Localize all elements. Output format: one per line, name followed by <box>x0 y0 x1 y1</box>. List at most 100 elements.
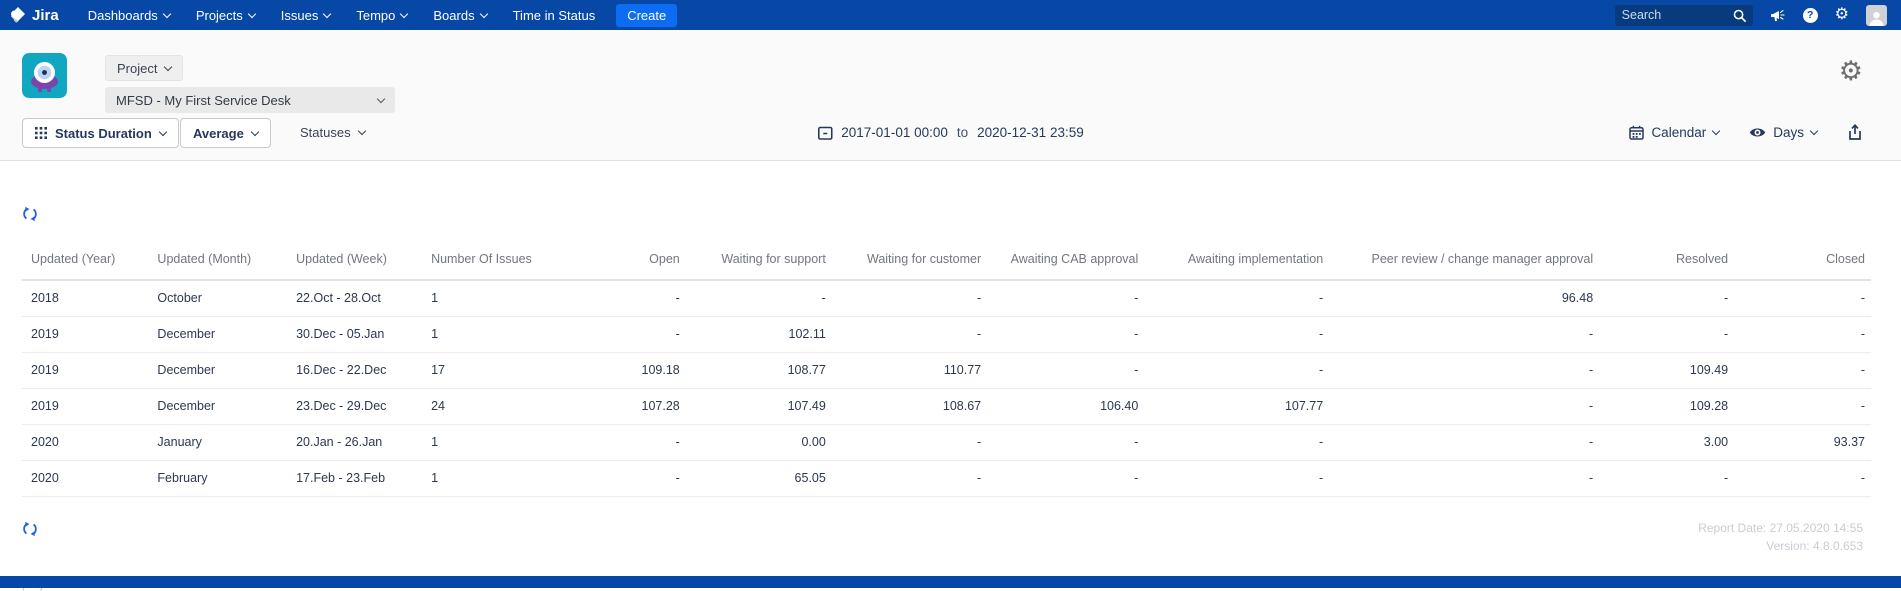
cell: - <box>1329 352 1600 389</box>
search-icon[interactable] <box>1733 9 1746 22</box>
cell: - <box>1144 352 1330 389</box>
cell: - <box>685 280 832 317</box>
cell: - <box>1329 424 1600 461</box>
jira-logo-icon <box>10 7 26 23</box>
cell: - <box>1734 316 1871 353</box>
chevron-down-icon <box>376 94 386 103</box>
report-type-button[interactable]: Status Duration <box>22 118 179 148</box>
calendar-type-dropdown[interactable]: Calendar <box>1629 125 1721 140</box>
chevron-down-icon <box>158 127 168 136</box>
statuses-label: Statuses <box>300 125 351 140</box>
settings-icon[interactable]: ⚙ <box>1835 7 1849 23</box>
search-placeholder: Search <box>1621 8 1662 22</box>
search-input[interactable]: Search <box>1614 4 1753 26</box>
navbar-right: Search ? ⚙ <box>1614 4 1887 26</box>
cell: December <box>151 388 291 425</box>
grid-icon <box>35 127 47 139</box>
project-select[interactable]: MFSD - My First Service Desk <box>105 87 395 113</box>
cell: - <box>1144 460 1330 497</box>
date-range-picker[interactable]: 2017-01-01 00:00 to 2020-12-31 23:59 <box>817 125 1084 140</box>
table-row: 2019 December 23.Dec - 29.Dec 24 107.28 107.4… <box>22 388 1871 425</box>
column-header: Awaiting implementation <box>1144 243 1330 281</box>
cell: 102.11 <box>685 316 832 353</box>
navbar-menu: Dashboards Projects Issues Tempo Boards Time … <box>75 0 609 30</box>
report-date: Report Date: 27.05.2020 14:55 <box>1698 521 1863 535</box>
project-dropdown-button[interactable]: Project <box>105 55 184 81</box>
cell: - <box>987 316 1145 353</box>
table-row: 2020 February 17.Feb - 23.Feb 1-65.05- - - - - - <box>22 460 1871 497</box>
nav-item-boards[interactable]: Boards <box>420 0 499 30</box>
cell: 2019 <box>22 316 152 353</box>
nav-item-projects[interactable]: Projects <box>183 0 268 30</box>
nav-item-dashboards[interactable]: Dashboards <box>75 0 183 30</box>
report-settings-gear-icon[interactable]: ⚙ <box>1839 58 1863 85</box>
cell: 30.Dec - 05.Jan <box>290 316 426 353</box>
nav-item-tempo[interactable]: Tempo <box>343 0 420 30</box>
brand-name: Jira <box>32 6 59 24</box>
chevron-down-icon <box>162 9 172 18</box>
chevron-down-icon <box>164 62 173 71</box>
cell: 23.Dec - 29.Dec <box>290 388 426 425</box>
cell: 1 <box>425 280 564 317</box>
cell: - <box>1734 352 1871 389</box>
column-header: Number Of Issues <box>425 243 564 281</box>
report-footer: Report Date: 27.05.2020 14:55 Version: 4… <box>0 519 1901 563</box>
cell: - <box>1329 316 1600 353</box>
jira-logo[interactable]: Jira <box>10 7 59 24</box>
column-header: Awaiting CAB approval <box>987 243 1145 281</box>
unit-dropdown[interactable]: Days <box>1749 125 1819 140</box>
cell: - <box>1329 388 1600 425</box>
column-header: Waiting for customer <box>831 243 988 281</box>
cell: - <box>831 424 988 461</box>
cell: - <box>1734 460 1871 497</box>
nav-item-label: Boards <box>433 7 475 23</box>
nav-item-time-in-status[interactable]: Time in Status <box>500 0 609 30</box>
cell: 109.49 <box>1599 352 1735 389</box>
refresh-icon[interactable] <box>22 521 38 537</box>
cell: - <box>1144 316 1330 353</box>
user-avatar[interactable] <box>1866 4 1887 26</box>
cell: - <box>1144 424 1330 461</box>
cell: 107.49 <box>685 388 832 425</box>
announcements-icon[interactable] <box>1770 8 1786 23</box>
chevron-down-icon <box>323 9 332 18</box>
cell: 2020 <box>22 460 152 497</box>
cell: 2018 <box>22 280 152 317</box>
cell: 107.28 <box>563 388 686 425</box>
statuses-dropdown[interactable]: Statuses <box>300 125 366 140</box>
chevron-down-icon <box>1809 126 1819 136</box>
cell: - <box>563 316 686 353</box>
cell: 22.Oct - 28.Oct <box>290 280 426 317</box>
eye-icon <box>1749 126 1766 139</box>
cell: - <box>563 424 686 461</box>
date-separator: to <box>956 125 969 140</box>
export-icon[interactable] <box>1847 124 1863 141</box>
help-icon[interactable]: ? <box>1802 7 1818 23</box>
metric-button[interactable]: Average <box>180 118 271 148</box>
column-header: Resolved <box>1599 243 1735 281</box>
project-select-value: MFSD - My First Service Desk <box>116 92 291 108</box>
cell: - <box>831 280 988 317</box>
nav-item-issues[interactable]: Issues <box>268 0 344 30</box>
chevron-down-icon <box>357 126 366 136</box>
top-navbar: Jira Dashboards Projects Issues Tempo Boards… <box>0 0 1901 30</box>
column-header: Waiting for support <box>685 243 832 281</box>
column-header: Peer review / change manager approval <box>1329 243 1600 281</box>
report-type-label: Status Duration <box>55 125 152 141</box>
chevron-down-icon <box>479 9 488 18</box>
column-header: Updated (Month) <box>151 243 291 281</box>
project-avatar <box>22 53 67 98</box>
create-button[interactable]: Create <box>616 3 678 27</box>
refresh-icon[interactable] <box>22 206 38 222</box>
chevron-down-icon <box>400 9 409 18</box>
table-row: 2019 December 30.Dec - 05.Jan 1-102.11- - - - -… <box>22 316 1871 353</box>
cell: October <box>151 280 291 317</box>
chevron-down-icon <box>1711 126 1721 136</box>
report-version: Version: 4.8.0.653 <box>1766 539 1863 553</box>
cell: - <box>831 460 988 497</box>
cell: - <box>1144 280 1330 317</box>
header-band: Project MFSD - My First Service Desk ⚙ S… <box>0 30 1901 161</box>
report-meta: Report Date: 27.05.2020 14:55 Version: 4… <box>1698 519 1863 555</box>
cell: 17 <box>425 352 564 389</box>
cell: 2019 <box>22 352 152 389</box>
